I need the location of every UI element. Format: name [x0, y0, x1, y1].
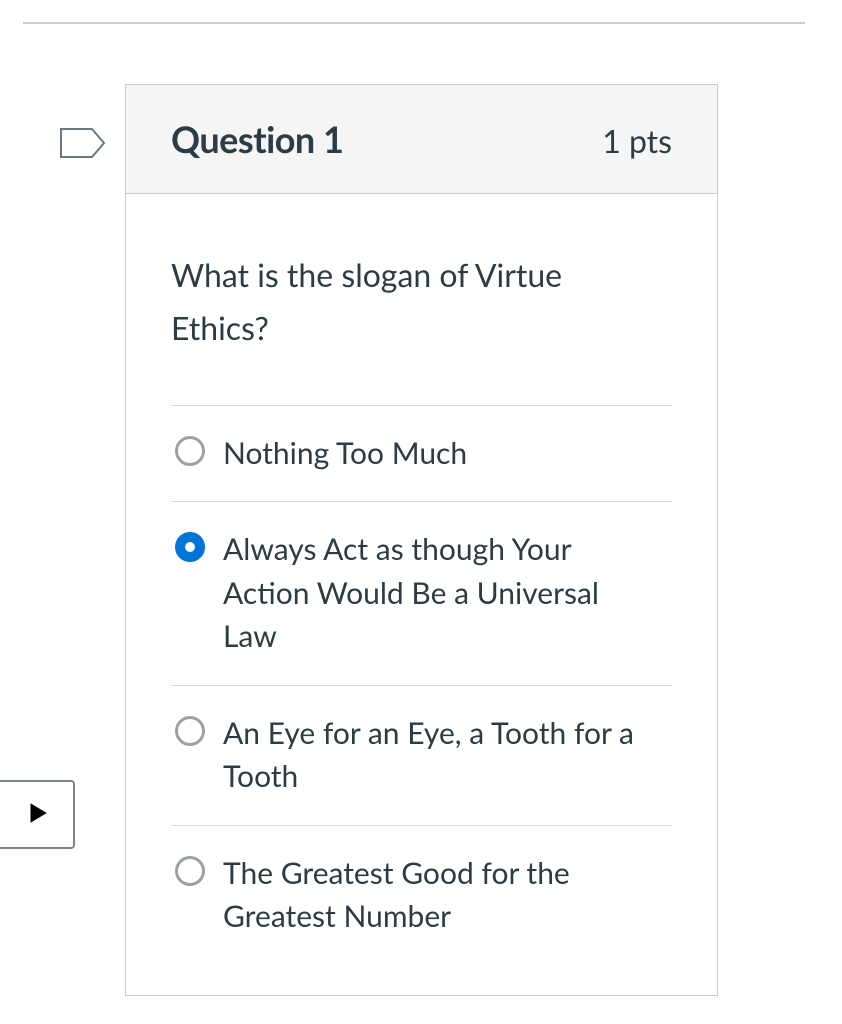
question-header: Question 1 1 pts: [126, 85, 717, 194]
question-prompt: What is the slogan of Virtue Ethics?: [171, 249, 672, 355]
scroll-viewport[interactable]: Question 1 1 pts What is the slogan of V…: [0, 0, 828, 1024]
question-title: Question 1: [171, 117, 343, 161]
question-points: 1 pts: [602, 121, 672, 160]
question-container: Question 1 1 pts What is the slogan of V…: [0, 84, 828, 996]
answer-option[interactable]: Always Act as though Your Action Would B…: [171, 502, 672, 686]
question-body: What is the slogan of Virtue Ethics? Not…: [126, 194, 717, 995]
play-icon: [24, 800, 50, 830]
answer-option[interactable]: Nothing Too Much: [171, 406, 672, 503]
answer-label: Nothing Too Much: [223, 432, 477, 476]
answer-label: Always Act as though Your Action Would B…: [223, 528, 668, 659]
radio-icon[interactable]: [175, 436, 205, 466]
top-divider: [23, 22, 805, 24]
radio-icon[interactable]: [175, 856, 205, 886]
answer-option[interactable]: An Eye for an Eye, a Tooth for a Tooth: [171, 686, 672, 826]
answer-option[interactable]: The Greatest Good for the Greatest Numbe…: [171, 826, 672, 945]
answer-label: The Greatest Good for the Greatest Numbe…: [223, 852, 668, 939]
question-card: Question 1 1 pts What is the slogan of V…: [125, 84, 718, 996]
answers-list: Nothing Too Much Always Act as though Yo…: [171, 405, 672, 945]
flag-icon[interactable]: [60, 128, 106, 158]
answer-label: An Eye for an Eye, a Tooth for a Tooth: [223, 712, 668, 799]
side-panel-toggle[interactable]: [0, 780, 75, 849]
radio-icon[interactable]: [175, 716, 205, 746]
radio-icon[interactable]: [175, 532, 205, 562]
